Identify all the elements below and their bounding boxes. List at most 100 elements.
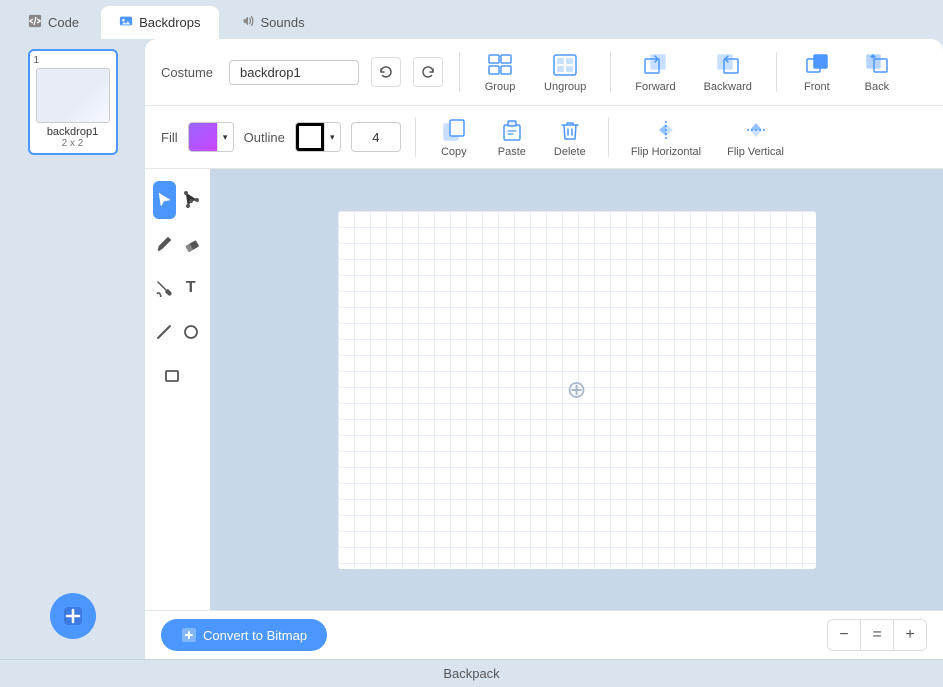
backpack-bar: Backpack xyxy=(0,659,943,687)
zoom-minus-icon: − xyxy=(839,626,848,644)
editor-area: Costume xyxy=(145,39,943,659)
tab-code[interactable]: Code xyxy=(10,6,97,39)
convert-to-bitmap-button[interactable]: Convert to Bitmap xyxy=(161,619,327,651)
rotate-left-button[interactable] xyxy=(371,57,401,87)
tool-row-3: T xyxy=(153,269,202,307)
zoom-out-button[interactable]: − xyxy=(828,620,860,650)
backdrop-thumbnail[interactable]: 1 backdrop1 2 x 2 xyxy=(28,49,118,155)
paste-button[interactable]: Paste xyxy=(488,112,536,162)
tab-backdrops-label: Backdrops xyxy=(139,15,200,30)
front-label: Front xyxy=(804,81,830,93)
eraser-icon xyxy=(182,235,200,253)
backdrop-size: 2 x 2 xyxy=(62,138,84,149)
circle-icon xyxy=(182,323,200,341)
delete-button[interactable]: Delete xyxy=(546,112,594,162)
copy-button[interactable]: Copy xyxy=(430,112,478,162)
canvas-drawing-area[interactable]: ⊕ xyxy=(337,210,817,570)
backward-icon xyxy=(716,51,740,79)
backpack-label: Backpack xyxy=(443,666,499,681)
flip-v-label: Flip Vertical xyxy=(727,146,784,158)
text-icon: T xyxy=(186,279,196,297)
fill-tool-button[interactable] xyxy=(153,269,176,307)
fill-color-picker[interactable]: ▾ xyxy=(188,122,234,152)
paste-icon xyxy=(499,116,525,144)
rect-icon xyxy=(163,367,181,385)
rect-tool-button[interactable] xyxy=(153,357,191,395)
backward-button[interactable]: Backward xyxy=(696,47,760,97)
brush-icon xyxy=(155,235,173,253)
text-tool-button[interactable]: T xyxy=(180,269,203,307)
convert-icon xyxy=(181,627,197,643)
brush-tool-button[interactable] xyxy=(153,225,176,263)
line-tool-button[interactable] xyxy=(153,313,176,351)
add-backdrop-button[interactable] xyxy=(50,593,96,639)
back-icon xyxy=(865,51,889,79)
thumb-canvas-area xyxy=(36,68,110,123)
separator-fill xyxy=(415,117,416,157)
bottom-bar: Convert to Bitmap − = + xyxy=(145,610,943,659)
rotate-left-icon xyxy=(378,64,394,80)
tab-sounds-label: Sounds xyxy=(261,15,305,30)
separator-1 xyxy=(459,52,460,92)
forward-icon xyxy=(643,51,667,79)
back-button[interactable]: Back xyxy=(853,47,901,97)
separator-del xyxy=(608,117,609,157)
group-icon xyxy=(487,51,513,79)
flip-horizontal-icon xyxy=(651,116,681,144)
copy-label: Copy xyxy=(441,146,467,158)
fill-label: Fill xyxy=(161,130,178,145)
flip-vertical-button[interactable]: Flip Vertical xyxy=(719,112,792,162)
zoom-plus-icon: + xyxy=(905,626,914,644)
flip-vertical-icon xyxy=(743,116,769,144)
backdrops-icon xyxy=(119,14,133,31)
zoom-reset-button[interactable]: = xyxy=(861,620,893,650)
delete-icon xyxy=(557,116,583,144)
copy-icon xyxy=(441,116,467,144)
canvas-area: ⊕ xyxy=(210,169,943,610)
select-tool-button[interactable] xyxy=(153,181,176,219)
rotate-right-icon xyxy=(420,64,436,80)
forward-label: Forward xyxy=(635,81,675,93)
backdrop-name: backdrop1 xyxy=(47,126,98,138)
tab-code-label: Code xyxy=(48,15,79,30)
tab-sounds[interactable]: Sounds xyxy=(223,6,323,39)
ungroup-label: Ungroup xyxy=(544,81,586,93)
tool-row-1 xyxy=(153,181,202,219)
tools-panel: T xyxy=(145,169,210,610)
select-icon xyxy=(155,191,173,209)
backward-label: Backward xyxy=(704,81,752,93)
eraser-tool-button[interactable] xyxy=(180,225,203,263)
flip-horizontal-button[interactable]: Flip Horizontal xyxy=(623,112,709,162)
front-icon xyxy=(805,51,829,79)
tools-canvas-area: T xyxy=(145,169,943,610)
reshape-icon xyxy=(182,191,200,209)
sidebar: 1 backdrop1 2 x 2 xyxy=(0,39,145,659)
code-icon xyxy=(28,14,42,31)
tab-backdrops[interactable]: Backdrops xyxy=(101,6,218,39)
separator-3 xyxy=(776,52,777,92)
flip-h-label: Flip Horizontal xyxy=(631,146,701,158)
ungroup-icon xyxy=(552,51,578,79)
add-icon xyxy=(63,606,83,626)
front-button[interactable]: Front xyxy=(793,47,841,97)
outline-color-picker[interactable]: ▾ xyxy=(295,122,341,152)
zoom-controls: − = + xyxy=(827,619,927,651)
ungroup-button[interactable]: Ungroup xyxy=(536,47,594,97)
outline-label: Outline xyxy=(244,130,285,145)
zoom-equal-icon: = xyxy=(872,626,881,644)
circle-tool-button[interactable] xyxy=(180,313,203,351)
backdrop-number: 1 xyxy=(34,55,40,66)
main-container: 1 backdrop1 2 x 2 Costume xyxy=(0,39,943,659)
tab-bar: Code Backdrops Sounds xyxy=(0,0,943,39)
reshape-tool-button[interactable] xyxy=(180,181,203,219)
outline-width-input[interactable] xyxy=(351,122,401,152)
group-button[interactable]: Group xyxy=(476,47,524,97)
zoom-in-button[interactable]: + xyxy=(894,620,926,650)
costume-name-input[interactable] xyxy=(229,60,359,85)
toolbar-top: Costume xyxy=(145,39,943,106)
forward-button[interactable]: Forward xyxy=(627,47,683,97)
costume-label: Costume xyxy=(161,65,213,80)
rotate-right-button[interactable] xyxy=(413,57,443,87)
tool-row-5 xyxy=(153,357,202,395)
paste-label: Paste xyxy=(498,146,526,158)
